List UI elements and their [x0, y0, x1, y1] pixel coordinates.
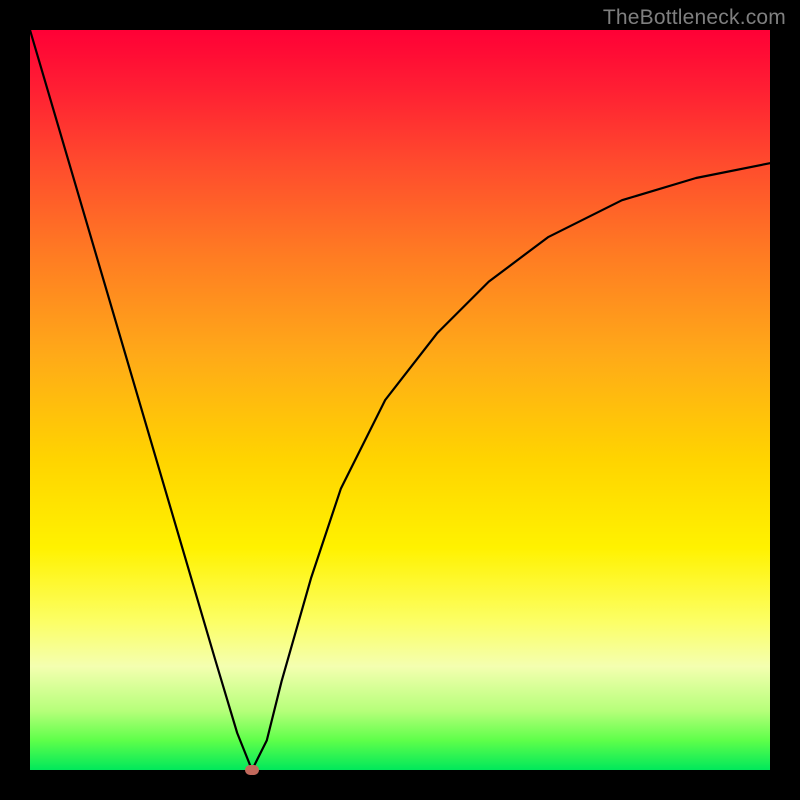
chart-frame: TheBottleneck.com	[0, 0, 800, 800]
plot-area	[30, 30, 770, 770]
watermark-text: TheBottleneck.com	[603, 6, 786, 30]
bottleneck-curve	[30, 30, 770, 770]
optimal-marker	[245, 765, 259, 775]
curve-svg	[30, 30, 770, 770]
